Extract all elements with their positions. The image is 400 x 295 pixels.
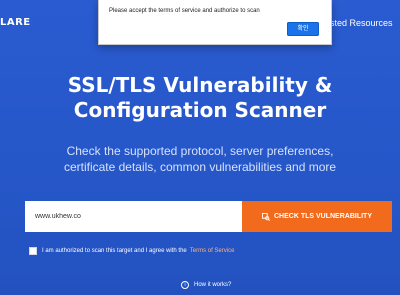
agreement-text: I am authorized to scan this target and … [42, 248, 187, 254]
nav-link-trusted-resources[interactable]: rusted Resources [322, 18, 393, 28]
dialog-message: Please accept the terms of service and a… [109, 8, 260, 14]
page-title: SSL/TLS Vulnerability & Configuration Sc… [0, 73, 400, 123]
scan-form: CHECK TLS VULNERABILITY [25, 201, 392, 232]
scan-icon [262, 212, 270, 221]
title-line-1: SSL/TLS Vulnerability & [67, 73, 333, 97]
page-subtitle: Check the supported protocol, server pre… [63, 144, 337, 174]
info-icon: i [181, 281, 189, 289]
how-it-works-link[interactable]: i How it works? [181, 281, 231, 289]
how-it-works-label: How it works? [194, 282, 232, 288]
scan-button-label: CHECK TLS VULNERABILITY [274, 213, 372, 220]
dialog-ok-button[interactable]: 확인 [287, 22, 319, 36]
brand-logo-text[interactable]: LARE [0, 17, 31, 28]
agreement-row: I am authorized to scan this target and … [29, 246, 234, 256]
authorize-checkbox[interactable] [29, 247, 37, 255]
check-tls-vulnerability-button[interactable]: CHECK TLS VULNERABILITY [242, 201, 392, 232]
terms-of-service-link[interactable]: Terms of Service [190, 248, 235, 254]
url-input[interactable] [25, 201, 242, 232]
title-line-2: Configuration Scanner [73, 98, 327, 122]
